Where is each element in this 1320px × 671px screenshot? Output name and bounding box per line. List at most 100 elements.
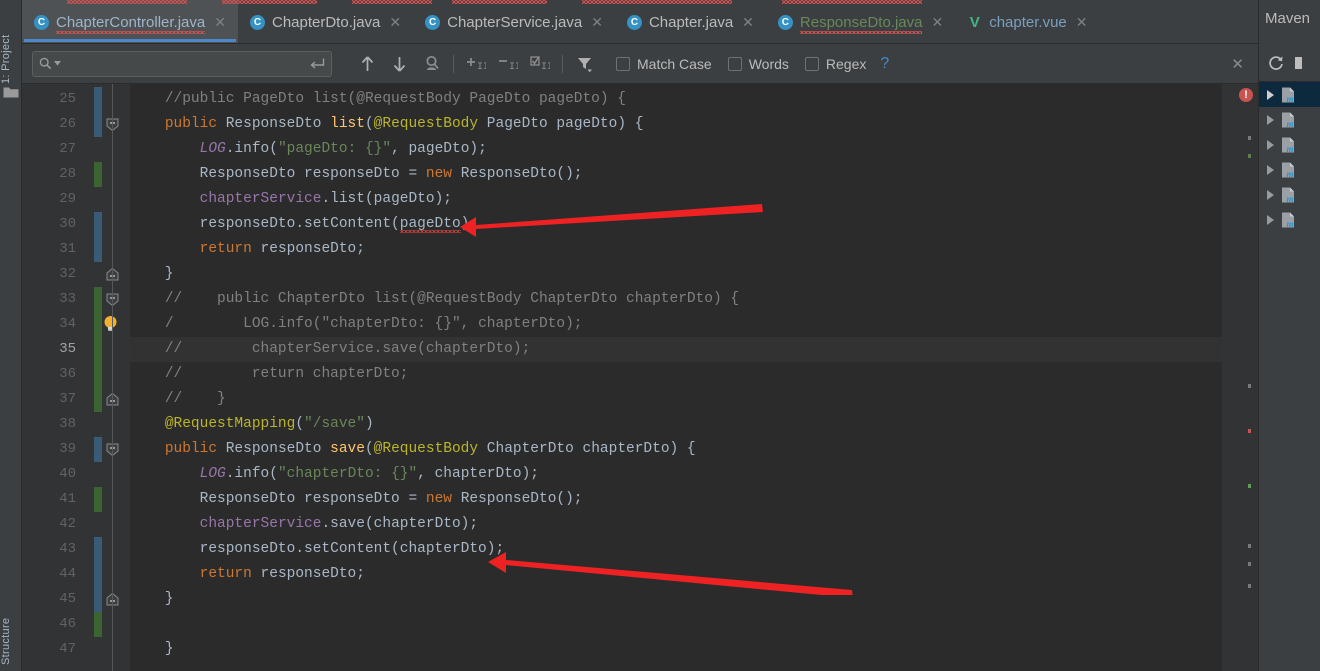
editor-tab-chapterdto-java[interactable]: C ChapterDto.java ✕ [238,0,413,43]
code-line[interactable] [130,612,1258,637]
error-stripe-mark[interactable] [1248,484,1251,488]
editor-tab-chapter-java[interactable]: C Chapter.java ✕ [615,0,766,43]
vcs-change-marker-mod[interactable] [94,87,102,112]
vcs-change-marker-add[interactable] [94,362,102,387]
code-line[interactable]: public ResponseDto list(@RequestBody Pag… [130,112,1258,137]
code-editor[interactable]: 25 26 27 28 29 30 31 32 33 34 35 36 37 38 39 40 41 42 43 44… [22,84,1258,671]
close-find-icon[interactable]: ✕ [1231,55,1244,73]
code-line[interactable]: // return chapterDto; [130,362,1258,387]
chevron-right-icon[interactable] [1267,114,1274,125]
code-line[interactable]: chapterService.list(pageDto); [130,187,1258,212]
vcs-change-marker-add[interactable] [94,487,102,512]
error-stripe-gutter[interactable]: ! [1222,84,1258,671]
vcs-change-marker-mod[interactable] [94,587,102,612]
vcs-change-marker-mod[interactable] [94,537,102,562]
code-line[interactable]: } [130,262,1258,287]
editor-tab-chapter-vue[interactable]: Vchapter.vue ✕ [955,0,1099,43]
find-next-button[interactable] [384,49,414,79]
chevron-right-icon[interactable] [1267,89,1274,100]
maven-tree-row[interactable]: m [1259,82,1320,107]
close-icon[interactable]: ✕ [387,15,403,29]
select-all-occurrences-icon[interactable]: II [525,49,555,79]
maven-tree-row[interactable]: m [1259,132,1320,157]
error-stripe-mark[interactable] [1248,562,1251,566]
editor-tab-chapterservice-java[interactable]: C ChapterService.java ✕ [413,0,615,43]
error-stripe-mark[interactable] [1248,544,1251,548]
maven-tree-row[interactable]: m [1259,157,1320,182]
error-stripe-mark[interactable] [1248,584,1251,588]
close-icon[interactable]: ✕ [929,15,945,29]
vcs-change-marker-mod[interactable] [94,237,102,262]
match-case-checkbox[interactable]: Match Case [616,56,712,72]
code-line[interactable]: LOG.info("pageDto: {}", pageDto); [130,137,1258,162]
remove-selection-icon[interactable]: II [493,49,523,79]
sidebar-item-structure[interactable]: Structure [0,595,22,665]
code-line[interactable]: ResponseDto responseDto = new ResponseDt… [130,487,1258,512]
vcs-change-marker-add[interactable] [94,337,102,362]
error-stripe-mark[interactable] [1248,384,1251,388]
chevron-right-icon[interactable] [1267,189,1274,200]
code-line[interactable]: // chapterService.save(chapterDto); [130,337,1258,362]
code-line[interactable]: responseDto.setContent(chapterDto); [130,537,1258,562]
sidebar-item-project[interactable]: 1: Project [0,4,22,84]
add-selection-icon[interactable]: II [461,49,491,79]
close-icon[interactable]: ✕ [1074,15,1090,29]
vcs-change-marker-mod[interactable] [94,562,102,587]
error-stripe-mark[interactable] [1248,429,1251,433]
close-icon[interactable]: ✕ [740,15,756,29]
search-field-wrapper[interactable] [32,50,332,77]
folder-icon[interactable] [3,86,19,99]
code-line[interactable]: // } [130,387,1258,412]
find-help-link[interactable]: ? [880,55,889,73]
regex-checkbox[interactable]: Regex [804,56,866,72]
code-line[interactable]: / LOG.info("chapterDto: {}", chapterDto)… [130,312,1258,337]
vcs-change-marker-add[interactable] [94,312,102,337]
maven-tree[interactable]: m m m m m m [1259,82,1320,671]
vcs-change-marker-add[interactable] [94,162,102,187]
chevron-right-icon[interactable] [1267,139,1274,150]
code-line[interactable]: //public PageDto list(@RequestBody PageD… [130,87,1258,112]
find-previous-button[interactable] [352,49,382,79]
find-all-icon[interactable] [416,49,446,79]
code-line[interactable]: @RequestMapping("/save") [130,412,1258,437]
code-line[interactable]: // public ChapterDto list(@RequestBody C… [130,287,1258,312]
code-line[interactable]: responseDto.setContent(pageDto); [130,212,1258,237]
code-content[interactable]: //public PageDto list(@RequestBody PageD… [130,84,1258,671]
editor-tab-chaptercontroller-java[interactable]: C ChapterController.java ✕ [22,0,238,43]
vcs-change-marker-add[interactable] [94,287,102,312]
multiline-toggle-icon[interactable] [310,57,325,70]
vcs-change-marker-mod[interactable] [94,437,102,462]
editor-gutter[interactable]: 25 26 27 28 29 30 31 32 33 34 35 36 37 38 39 40 41 42 43 44… [22,84,130,671]
search-input[interactable] [61,56,310,71]
code-line[interactable]: return responseDto; [130,237,1258,262]
squiggle-decoration-0 [67,0,187,4]
chevron-right-icon[interactable] [1267,164,1274,175]
editor-tab-responsedto-java[interactable]: C ResponseDto.java ✕ [766,0,955,43]
error-stripe-mark[interactable] [1248,136,1251,140]
maven-tree-row[interactable]: m [1259,207,1320,232]
code-line[interactable]: public ResponseDto save(@RequestBody Cha… [130,437,1258,462]
chevron-right-icon[interactable] [1267,214,1274,225]
code-line[interactable]: chapterService.save(chapterDto); [130,512,1258,537]
close-icon[interactable]: ✕ [212,15,228,29]
vcs-change-marker-add[interactable] [94,612,102,637]
vcs-change-marker-mod[interactable] [94,112,102,137]
maven-tree-row[interactable]: m [1259,182,1320,207]
vcs-change-marker-mod[interactable] [94,212,102,237]
close-icon[interactable]: ✕ [589,15,605,29]
code-line[interactable]: } [130,587,1258,612]
code-line[interactable]: ResponseDto responseDto = new ResponseDt… [130,162,1258,187]
more-icon[interactable] [1291,54,1305,72]
maven-tree-row[interactable]: m [1259,107,1320,132]
vcs-change-marker-add[interactable] [94,387,102,412]
words-checkbox[interactable]: Words [727,56,789,72]
error-count-badge[interactable]: ! [1239,88,1253,102]
intention-bulb-icon[interactable] [102,315,119,332]
refresh-icon[interactable] [1267,54,1285,72]
code-line[interactable]: } [130,637,1258,662]
code-line[interactable]: return responseDto; [130,562,1258,587]
chevron-down-icon[interactable] [54,61,61,66]
error-stripe-mark[interactable] [1248,154,1251,158]
filter-icon[interactable] [570,49,600,79]
code-line[interactable]: LOG.info("chapterDto: {}", chapterDto); [130,462,1258,487]
